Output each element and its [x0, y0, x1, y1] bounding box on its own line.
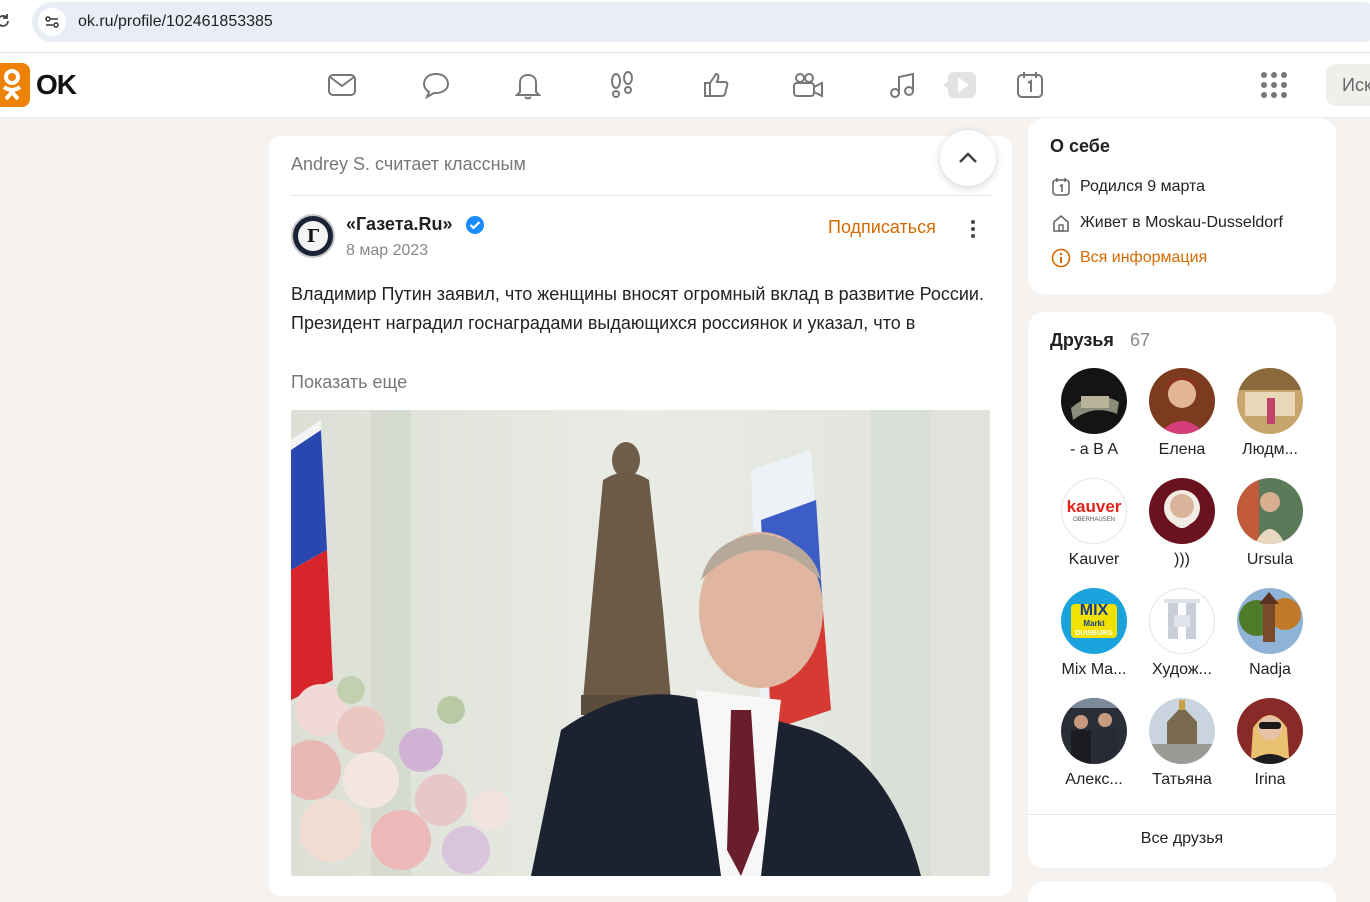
site-settings-icon[interactable] — [38, 8, 66, 36]
feed-post-card: Andrey S. считает классным Г «Газета.Ru»… — [269, 130, 1012, 896]
site-header: OK Иск — [0, 53, 1370, 118]
friend-name[interactable]: Nadja — [1226, 661, 1314, 679]
play-icon[interactable] — [942, 67, 978, 103]
friend-item[interactable]: Irina — [1226, 698, 1314, 802]
friend-item[interactable]: Ursula — [1226, 478, 1314, 582]
footprints-icon[interactable] — [604, 67, 640, 103]
subscribe-button[interactable]: Подписаться — [828, 217, 936, 238]
music-icon[interactable] — [884, 67, 920, 103]
friend-item[interactable]: Елена — [1138, 368, 1226, 472]
friends-card: Друзья 67 - a B A Елена Людм... kauver O… — [1028, 312, 1336, 868]
home-icon — [1050, 212, 1072, 234]
friend-item[interactable]: Алекс... — [1050, 698, 1138, 802]
kauver-logo-sub: OBERHAUSEN — [1072, 517, 1115, 523]
about-title: О себе — [1050, 136, 1110, 156]
ok-logo-icon — [0, 63, 30, 107]
friend-avatar[interactable] — [1149, 698, 1215, 764]
browser-address-bar: ok.ru/profile/102461853385 — [0, 0, 1370, 53]
author-avatar[interactable]: Г — [291, 214, 335, 258]
friend-name[interactable]: Ursula — [1226, 551, 1314, 569]
all-friends-link[interactable]: Все друзья — [1028, 830, 1336, 848]
friend-item[interactable]: Худож... — [1138, 588, 1226, 692]
birthday-row: Родился 9 марта — [1050, 175, 1205, 199]
mix-logo-sub: Markt — [1083, 619, 1105, 628]
all-info-link[interactable]: Вся информация — [1050, 246, 1207, 270]
friend-name[interactable]: - a B A — [1050, 441, 1138, 459]
post-text-line: Президент наградил госнаградами выдающих… — [291, 313, 916, 333]
verified-icon — [466, 216, 484, 234]
friend-avatar[interactable] — [1237, 478, 1303, 544]
divider — [291, 195, 991, 196]
url-text[interactable]: ok.ru/profile/102461853385 — [78, 13, 273, 31]
friends-title[interactable]: Друзья — [1050, 330, 1114, 351]
about-card: О себе Родился 9 марта Живет в Moskau-Du… — [1028, 118, 1336, 294]
calendar-icon — [1050, 176, 1072, 198]
friend-item[interactable]: ))) — [1138, 478, 1226, 582]
post-text-line: Владимир Путин заявил, что женщины внося… — [291, 284, 984, 304]
friend-item[interactable]: kauver OBERHAUSEN Kauver — [1050, 478, 1138, 582]
post-image[interactable] — [291, 410, 990, 876]
chevron-up-icon — [959, 152, 977, 163]
friend-avatar[interactable]: kauver OBERHAUSEN — [1061, 478, 1127, 544]
ok-logo[interactable]: OK — [0, 63, 84, 107]
friend-item[interactable]: Людм... — [1226, 368, 1314, 472]
all-info-text[interactable]: Вся информация — [1080, 249, 1207, 267]
divider — [1028, 814, 1336, 815]
location-row: Живет в Moskau-Dusseldorf — [1050, 211, 1283, 235]
birthday-text: Родился 9 марта — [1080, 178, 1206, 195]
like-icon[interactable] — [698, 67, 734, 103]
next-card — [1028, 882, 1336, 902]
friend-item[interactable]: - a B A — [1050, 368, 1138, 472]
friend-name[interactable]: Kauver — [1050, 551, 1138, 569]
friend-item[interactable]: Татьяна — [1138, 698, 1226, 802]
friend-avatar[interactable] — [1061, 368, 1127, 434]
friend-name[interactable]: Алекс... — [1050, 771, 1138, 789]
friend-avatar[interactable] — [1237, 368, 1303, 434]
author-avatar-letter: Г — [298, 221, 328, 251]
search-input[interactable]: Иск — [1326, 64, 1370, 106]
reload-icon[interactable] — [0, 12, 12, 30]
url-field[interactable]: ok.ru/profile/102461853385 — [32, 2, 1370, 42]
more-options-icon[interactable] — [963, 218, 983, 240]
ok-logo-text: OK — [36, 69, 77, 100]
scroll-up-button[interactable] — [940, 130, 996, 186]
bell-icon[interactable] — [510, 67, 546, 103]
post-text: Владимир Путин заявил, что женщины внося… — [291, 280, 991, 338]
mix-logo: MIX — [1079, 602, 1109, 619]
friend-name[interactable]: Mix Ma... — [1050, 661, 1138, 679]
friend-avatar[interactable] — [1149, 588, 1215, 654]
video-camera-icon[interactable] — [790, 67, 826, 103]
location-text: Живет в Moskau-Dusseldorf — [1080, 214, 1283, 231]
friend-avatar[interactable] — [1237, 698, 1303, 764]
friend-avatar[interactable] — [1061, 698, 1127, 764]
friend-item[interactable]: Nadja — [1226, 588, 1314, 692]
grid-icon[interactable] — [1256, 67, 1292, 103]
friend-name[interactable]: Татьяна — [1138, 771, 1226, 789]
show-more-link[interactable]: Показать еще — [291, 372, 407, 393]
friend-name[interactable]: Irina — [1226, 771, 1314, 789]
friend-name[interactable]: Елена — [1138, 441, 1226, 459]
post-date: 8 мар 2023 — [346, 242, 429, 259]
author-name[interactable]: «Газета.Ru» — [346, 214, 453, 235]
liked-by-text[interactable]: Andrey S. считает классным — [291, 154, 526, 175]
kauver-logo: kauver — [1066, 497, 1122, 516]
friend-item[interactable]: MIX Markt DUISBURG Mix Ma... — [1050, 588, 1138, 692]
friend-avatar[interactable]: MIX Markt DUISBURG — [1061, 588, 1127, 654]
mail-icon[interactable] — [324, 67, 360, 103]
info-icon — [1050, 247, 1072, 269]
friends-count: 67 — [1130, 330, 1151, 350]
friend-avatar[interactable] — [1237, 588, 1303, 654]
mix-logo-city: DUISBURG — [1075, 630, 1113, 637]
friend-name[interactable]: Людм... — [1226, 441, 1314, 459]
calendar-icon[interactable] — [1012, 67, 1048, 103]
search-placeholder: Иск — [1342, 75, 1370, 95]
friend-name[interactable]: Худож... — [1138, 661, 1226, 679]
friend-avatar[interactable] — [1149, 368, 1215, 434]
friend-avatar[interactable] — [1149, 478, 1215, 544]
friend-name[interactable]: ))) — [1138, 551, 1226, 569]
chat-icon[interactable] — [418, 67, 454, 103]
